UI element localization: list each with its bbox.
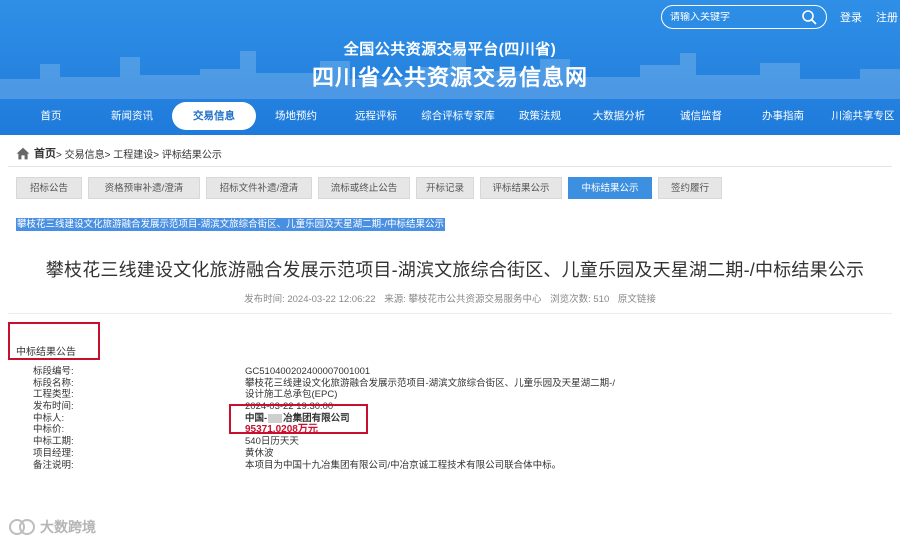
field-label: 标段编号: — [33, 366, 74, 377]
meta-source: 来源: 攀枝花市公共资源交易服务中心 — [384, 294, 542, 305]
site-title: 四川省公共资源交易信息网 — [311, 65, 588, 90]
search-input[interactable] — [670, 11, 798, 23]
detail-row: 工程类型: 设计施工总承包(EPC) — [33, 389, 893, 401]
nav-item-trade-info[interactable]: 交易信息 — [172, 102, 256, 130]
nav-item-big-data[interactable]: 大数据分析 — [588, 102, 650, 130]
login-link[interactable]: 登录 — [840, 9, 862, 25]
watermark-text: 大数跨境 — [40, 519, 96, 535]
detail-row: 中标工期: 540日历天天 — [33, 436, 893, 448]
tab-doc-addendum[interactable]: 招标文件补遗/澄清 — [206, 177, 312, 199]
search-icon[interactable] — [801, 9, 817, 25]
field-label: 中标人: — [33, 412, 65, 424]
nav-item-remote-bidding[interactable]: 远程评标 — [348, 102, 404, 130]
watermark-logo-icon — [9, 519, 35, 535]
section-label: 中标结果公告 — [16, 347, 76, 358]
detail-row: 发布时间: 2024-03-22 19:30:00 — [33, 401, 893, 413]
duration-value: 540日历天天 — [245, 436, 299, 448]
divider — [8, 166, 892, 167]
field-label: 工程类型: — [33, 389, 74, 401]
remark-value: 本项目为中国十九冶集团有限公司/中冶京诚工程技术有限公司联合体中标。 — [245, 459, 562, 471]
article-title: 攀枝花三线建设文化旅游融合发展示范项目-湖滨文旅综合街区、儿童乐园及天星湖二期-… — [45, 260, 865, 280]
watermark: 大数跨境 — [8, 517, 96, 537]
detail-row: 标段编号: GC5104002024000070010​01 — [33, 366, 893, 378]
field-label: 标段名称: — [33, 377, 74, 389]
site-header: 登录 注册 全国公共资源交易平台(四川省) 四川省公共资源交易信息网 首页 新闻… — [0, 0, 900, 135]
nav-item-chuanyu[interactable]: 川渝共享专区 — [828, 102, 898, 130]
meta-original-link[interactable]: 原文链接 — [618, 294, 656, 305]
annotation-box — [229, 404, 368, 434]
field-label: 项目经理: — [33, 447, 74, 459]
nav-item-news[interactable]: 新闻资讯 — [104, 102, 160, 130]
tab-prequal-addendum[interactable]: 资格预审补遗/澄清 — [88, 177, 200, 199]
breadcrumb: 首页 > 交易信息> 工程建设> 评标结果公示 — [16, 145, 222, 161]
tab-failed-bid[interactable]: 流标或终止公告 — [318, 177, 410, 199]
register-link[interactable]: 注册 — [876, 9, 898, 25]
field-label: 中标工期: — [33, 436, 74, 448]
detail-row: 中标人: 中国- 冶集团有限公司 — [33, 413, 893, 425]
breadcrumb-path[interactable]: > 交易信息> 工程建设> 评标结果公示 — [56, 146, 222, 161]
detail-row: 标段名称: 攀枝花三线建设文化旅游融合发展示范项目-湖滨文旅综合街区、儿童乐园及… — [33, 378, 893, 390]
detail-row: 中标价: 95371.0208万元 — [33, 424, 893, 436]
meta-views: 浏览次数: 510 — [550, 294, 610, 305]
tab-evaluation-result[interactable]: 评标结果公示 — [480, 177, 562, 199]
nav-item-guide[interactable]: 办事指南 — [754, 102, 812, 130]
tab-opening-record[interactable]: 开标记录 — [416, 177, 474, 199]
divider — [8, 313, 892, 314]
nav-item-credit[interactable]: 诚信监督 — [674, 102, 728, 130]
field-label: 发布时间: — [33, 401, 74, 413]
meta-publish-time: 发布时间: 2024-03-22 12:06:22 — [244, 294, 376, 305]
home-icon — [16, 147, 30, 159]
article-meta: 发布时间: 2024-03-22 12:06:22 来源: 攀枝花市公共资源交易… — [0, 291, 900, 305]
project-type: 设计施工总承包(EPC) — [245, 389, 338, 401]
tab-winning-result[interactable]: 中标结果公示 — [568, 177, 652, 199]
page: 登录 注册 全国公共资源交易平台(四川省) 四川省公共资源交易信息网 首页 新闻… — [0, 0, 900, 546]
site-subtitle: 全国公共资源交易平台(四川省) — [343, 41, 557, 58]
section-name: 攀枝花三线建设文化旅游融合发展示范项目-湖滨文旅综合街区、儿童乐园及天星湖二期-… — [245, 377, 615, 389]
selected-title-text: 攀枝花三线建设文化旅游融合发展示范项目-湖滨文旅综合街区、儿童乐园及天星湖二期-… — [16, 218, 445, 231]
field-label: 备注说明: — [33, 459, 74, 471]
nav-item-home[interactable]: 首页 — [30, 102, 72, 130]
nav-item-venue-booking[interactable]: 场地预约 — [268, 102, 324, 130]
field-label: 中标价: — [33, 424, 65, 436]
nav-item-policy[interactable]: 政策法规 — [514, 102, 566, 130]
search-box — [661, 5, 827, 29]
main-nav: 首页 新闻资讯 交易信息 场地预约 远程评标 综合评标专家库 政策法规 大数据分… — [0, 98, 900, 132]
project-manager: 黄休波 — [245, 447, 274, 459]
nav-item-expert-pool[interactable]: 综合评标专家库 — [416, 102, 500, 130]
section-number: GC5104002024000070010​01 — [245, 366, 371, 377]
tab-contract[interactable]: 签约履行 — [658, 177, 722, 199]
breadcrumb-home[interactable]: 首页 — [34, 145, 56, 161]
detail-row: 项目经理: 黄休波 — [33, 448, 893, 460]
detail-row: 备注说明: 本项目为中国十九冶集团有限公司/中冶京诚工程技术有限公司联合体中标。 — [33, 460, 893, 472]
tab-tender-notice[interactable]: 招标公告 — [16, 177, 82, 199]
result-details: 标段编号: GC5104002024000070010​01 标段名称: 攀枝花… — [33, 366, 893, 471]
